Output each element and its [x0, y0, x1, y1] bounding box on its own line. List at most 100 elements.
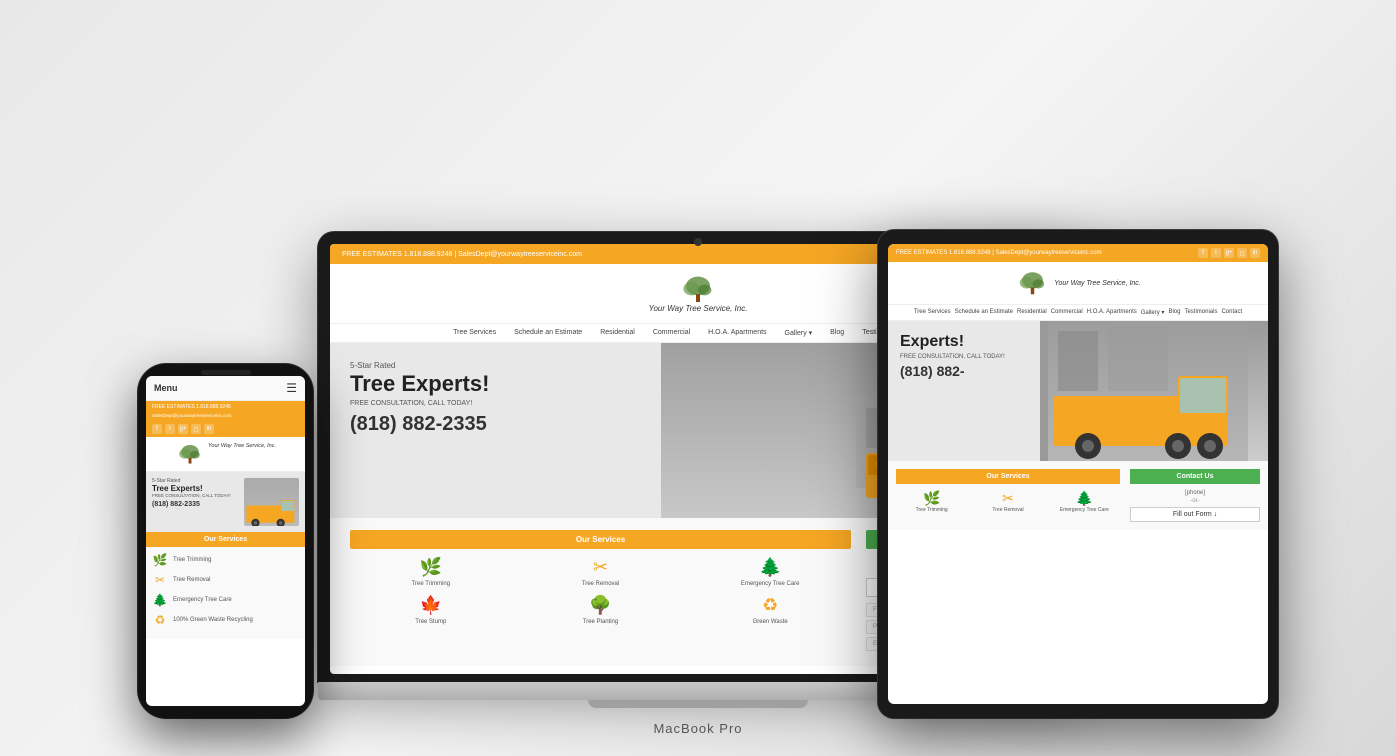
- phone-topbar-free: FREE ESTIMATES 1.818.888.9248: [152, 404, 231, 410]
- phone-topbar: FREE ESTIMATES 1.818.888.9248: [146, 401, 305, 413]
- tablet-nav-tree[interactable]: Tree Services: [914, 309, 951, 316]
- service4-icon: ♻: [689, 595, 851, 616]
- phone-service-trimming: 🌿 Tree Trimming: [152, 553, 299, 567]
- phone-services-header: Our Services: [146, 532, 305, 547]
- phone-logo-icon: [175, 443, 205, 465]
- laptop-logo: Your Way Tree Service, Inc.: [649, 274, 748, 313]
- tablet-hero: Experts! FREE CONSULTATION, CALL TODAY! …: [888, 321, 1268, 461]
- phone-emergency-label: Emergency Tree Care: [173, 597, 232, 603]
- tablet-phone-text: FREE ESTIMATES 1.818.888.9248: [896, 250, 991, 256]
- tablet-contact-col: Contact Us [phone] -or- Fill out Form ↓: [1130, 469, 1260, 522]
- tablet-hero-image: [1048, 321, 1268, 461]
- phone-trimming-label: Tree Trimming: [173, 557, 211, 563]
- laptop-service-item-trimming: 🌿 Tree Trimming: [350, 557, 512, 587]
- laptop-service-item-3: 🌳 Tree Planting: [520, 595, 682, 625]
- nav-schedule[interactable]: Schedule an Estimate: [514, 329, 582, 337]
- tablet-logo-icon: [1015, 270, 1050, 296]
- laptop-hero-subtitle: FREE CONSULTATION, CALL TODAY!: [350, 400, 641, 407]
- phone-truck-icon: [244, 478, 299, 526]
- nav-gallery[interactable]: Gallery ▾: [785, 329, 813, 337]
- laptop-phone-text: FREE ESTIMATES 1.818.888.9248: [342, 251, 452, 258]
- tablet-nav-contact[interactable]: Contact: [1221, 309, 1242, 316]
- phone-recycling-label: 100% Green Waste Recycling: [173, 617, 253, 623]
- tablet-contact-header: Contact Us: [1130, 469, 1260, 484]
- tablet-fill-form-button[interactable]: Fill out Form ↓: [1130, 507, 1260, 522]
- tablet-screen: FREE ESTIMATES 1.818.888.9248 | SalesDep…: [888, 244, 1268, 704]
- laptop-service-trimming-label: Tree Trimming: [350, 581, 512, 587]
- nav-commercial[interactable]: Commercial: [653, 329, 690, 337]
- phone-removal-icon: ✂: [152, 573, 168, 587]
- tablet-topbar: FREE ESTIMATES 1.818.888.9248 | SalesDep…: [888, 244, 1268, 262]
- phone-hero: 5-Star Rated Tree Experts! FREE CONSULTA…: [146, 472, 305, 532]
- phone-social-row: f t g+ ◻ in: [146, 421, 305, 437]
- tablet-nav-testimonials[interactable]: Testimonials: [1184, 309, 1217, 316]
- nav-tree-services[interactable]: Tree Services: [453, 329, 496, 337]
- tablet-emergency-icon: 🌲: [1049, 490, 1120, 507]
- nav-blog[interactable]: Blog: [830, 329, 844, 337]
- laptop-hero-rating: 5-Star Rated: [350, 361, 641, 370]
- phone-service-recycling: ♻ 100% Green Waste Recycling: [152, 613, 299, 627]
- tablet-logo-text: Your Way Tree Service, Inc.: [1054, 280, 1141, 287]
- phone-hero-text: 5-Star Rated Tree Experts! FREE CONSULTA…: [152, 478, 238, 526]
- tablet-social-icons: f t g+ ◻ in: [1198, 248, 1260, 258]
- phone-header: Your Way Tree Service, Inc.: [146, 437, 305, 472]
- tablet-hero-text: Experts! FREE CONSULTATION, CALL TODAY! …: [888, 321, 1048, 461]
- tablet-services-col: Our Services 🌿 Tree Trimming ✂ Tree Remo…: [896, 469, 1120, 522]
- phone-outer: Menu ☰ FREE ESTIMATES 1.818.888.9248 Sal…: [138, 364, 313, 718]
- tablet-outer: FREE ESTIMATES 1.818.888.9248 | SalesDep…: [878, 230, 1278, 718]
- phone-gplus-icon: g+: [178, 424, 188, 434]
- laptop-hero-title: Tree Experts!: [350, 372, 641, 396]
- tablet-hero-phone: (818) 882-: [900, 363, 1036, 379]
- phone-hamburger-icon[interactable]: ☰: [286, 381, 297, 395]
- phone-hero-phone: (818) 882-2335: [152, 501, 238, 508]
- tree-removal-icon: ✂: [520, 557, 682, 578]
- tablet-services-grid: 🌿 Tree Trimming ✂ Tree Removal 🌲 Emergen…: [896, 490, 1120, 513]
- phone-service-emergency: 🌲 Emergency Tree Care: [152, 593, 299, 607]
- tablet-instagram-icon: ◻: [1237, 248, 1247, 258]
- tablet-service-trimming: 🌿 Tree Trimming: [896, 490, 967, 513]
- tablet-removal-icon: ✂: [972, 490, 1043, 507]
- laptop-hero-text: 5-Star Rated Tree Experts! FREE CONSULTA…: [330, 343, 661, 518]
- tablet-nav-residential[interactable]: Residential: [1017, 309, 1047, 316]
- laptop-topbar-contact: FREE ESTIMATES 1.818.888.9248 | SalesDep…: [342, 251, 582, 258]
- tablet-truck-icon: [1048, 321, 1248, 461]
- phone-hero-image: [244, 478, 299, 526]
- laptop-hero-phone: (818) 882-2335: [350, 413, 641, 436]
- service3-icon: 🌳: [520, 595, 682, 616]
- tablet-services-header: Our Services: [896, 469, 1120, 484]
- phone-facebook-icon: f: [152, 424, 162, 434]
- phone-removal-label: Tree Removal: [173, 577, 210, 583]
- laptop-services-grid: 🌿 Tree Trimming ✂ Tree Removal 🌲 Emergen…: [350, 557, 851, 625]
- nav-hoa[interactable]: H.O.A. Apartments: [708, 329, 766, 337]
- tablet-email-addr: SalesDept@yourwaytreeserviceinc.com: [996, 250, 1102, 256]
- tablet-nav-schedule[interactable]: Schedule an Estimate: [955, 309, 1013, 316]
- tablet-device: FREE ESTIMATES 1.818.888.9248 | SalesDep…: [878, 230, 1278, 718]
- laptop-service3-label: Tree Planting: [520, 619, 682, 625]
- phone-instagram-icon: ◻: [191, 424, 201, 434]
- laptop-service-item-removal: ✂ Tree Removal: [520, 557, 682, 587]
- tablet-nav: Tree Services Schedule an Estimate Resid…: [888, 305, 1268, 321]
- tablet-service-emergency: 🌲 Emergency Tree Care: [1049, 490, 1120, 513]
- phone-emergency-icon: 🌲: [152, 593, 168, 607]
- laptop-service2-label: Tree Stump: [350, 619, 512, 625]
- phone-trimming-icon: 🌿: [152, 553, 168, 567]
- laptop-logo-text: Your Way Tree Service, Inc.: [649, 304, 748, 313]
- laptop-model-label: MacBook Pro: [653, 721, 742, 736]
- tablet-nav-hoa[interactable]: H.O.A. Apartments: [1087, 309, 1137, 316]
- laptop-service-item-2: 🍁 Tree Stump: [350, 595, 512, 625]
- laptop-sep: |: [454, 251, 456, 258]
- tablet-hero-sub: FREE CONSULTATION, CALL TODAY!: [900, 354, 1036, 360]
- laptop-service4-label: Green Waste: [689, 619, 851, 625]
- phone-screen: Menu ☰ FREE ESTIMATES 1.818.888.9248 Sal…: [146, 376, 305, 706]
- tablet-nav-gallery[interactable]: Gallery ▾: [1141, 309, 1165, 316]
- tablet-header: Your Way Tree Service, Inc.: [888, 262, 1268, 305]
- tablet-nav-commercial[interactable]: Commercial: [1051, 309, 1083, 316]
- nav-residential[interactable]: Residential: [600, 329, 635, 337]
- tablet-gplus-icon: g+: [1224, 248, 1234, 258]
- laptop-services-col: Our Services 🌿 Tree Trimming ✂ Tree Remo…: [350, 530, 851, 654]
- tablet-twitter-icon: t: [1211, 248, 1221, 258]
- phone-twitter-icon: t: [165, 424, 175, 434]
- tablet-nav-blog[interactable]: Blog: [1168, 309, 1180, 316]
- laptop-service-removal-label: Tree Removal: [520, 581, 682, 587]
- phone-services-list: 🌿 Tree Trimming ✂ Tree Removal 🌲 Emergen…: [146, 547, 305, 639]
